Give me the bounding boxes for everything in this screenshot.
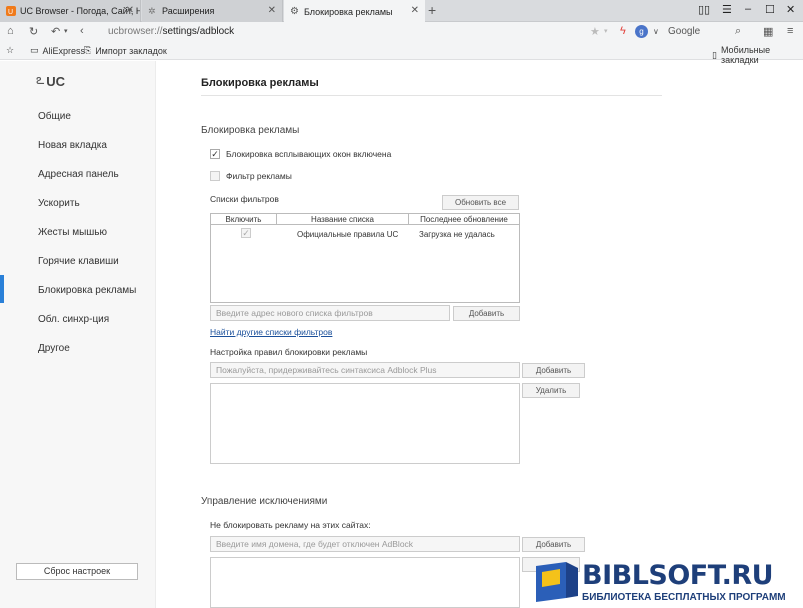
svg-text:U: U <box>8 9 13 16</box>
rules-textarea[interactable] <box>210 383 520 464</box>
bookmark-label: Импорт закладок <box>95 45 167 56</box>
search-field[interactable]: Google <box>668 26 700 37</box>
tab-label: Блокировка рекламы <box>304 6 393 17</box>
rules-add-button[interactable]: Добавить <box>522 363 585 378</box>
speed-icon[interactable]: ϟ <box>620 25 626 37</box>
table-cell-updated: Загрузка не удалась <box>419 230 495 239</box>
undo-icon[interactable]: ↶ <box>51 25 60 38</box>
exceptions-textarea[interactable] <box>210 557 520 608</box>
active-indicator <box>0 275 4 303</box>
column-header: Последнее обновление <box>420 215 508 224</box>
minimize-icon[interactable]: – <box>745 3 751 15</box>
home-icon[interactable]: ⌂ <box>7 25 14 37</box>
watermark: BIBLSOFT.RU БИБЛИОТЕКА БЕСПЛАТНЫХ ПРОГРА… <box>536 560 803 608</box>
address-toolbar: ⌂ ↻ ↶ ▾ ‹ ucbrowser://settings/adblock ★… <box>0 22 803 42</box>
exceptions-input[interactable]: Введите имя домена, где будет отключен A… <box>210 536 520 552</box>
settings-main: Блокировка рекламы Блокировка рекламы ✓ … <box>157 61 803 608</box>
menu-lines-icon[interactable]: ☰ <box>722 3 732 16</box>
exceptions-title: Управление исключениями <box>201 496 328 507</box>
tab-layout-icon[interactable]: ▯▯ <box>698 3 710 16</box>
filter-lists-table: Включить Название списка Последнее обнов… <box>210 213 520 303</box>
engine-dropdown-icon[interactable]: ∨ <box>653 27 659 36</box>
bookmarks-bar: ☆ ▭ AliExpress ⎘ Импорт закладок ▯ Мобил… <box>0 42 803 65</box>
maximize-icon[interactable]: ☐ <box>765 3 775 16</box>
ad-filter-checkbox[interactable] <box>210 171 220 181</box>
row-enable-checkbox[interactable]: ✓ <box>241 228 251 238</box>
column-header: Включить <box>211 214 277 225</box>
rules-delete-button[interactable]: Удалить <box>522 383 580 398</box>
reset-settings-button[interactable]: Сброс настроек <box>16 563 138 580</box>
url-scheme: ucbrowser:// <box>108 26 163 37</box>
sidebar-item-hotkeys[interactable]: Горячие клавиши <box>38 256 119 267</box>
tab-extensions[interactable]: ✲ Расширения ✕ <box>142 0 283 22</box>
star-icon[interactable]: ★ <box>590 25 600 38</box>
sidebar-item-general[interactable]: Общие <box>38 111 71 122</box>
sidebar-item-cloud-sync[interactable]: Обл. синхр-ция <box>38 314 109 325</box>
section-adblock-title: Блокировка рекламы <box>201 125 300 136</box>
rules-label: Настройка правил блокировки рекламы <box>210 347 368 357</box>
bookmark-star-icon[interactable]: ☆ <box>6 45 14 56</box>
update-all-button[interactable]: Обновить все <box>442 195 519 210</box>
new-tab-plus-icon[interactable]: + <box>428 2 436 18</box>
tab-label: UC Browser - Погода, Сайт, Нов <box>20 6 141 16</box>
popup-block-row[interactable]: ✓ Блокировка всплывающих окон включена <box>210 149 391 159</box>
exceptions-add-button[interactable]: Добавить <box>522 537 585 552</box>
ad-filter-label: Фильтр рекламы <box>226 171 292 181</box>
undo-dropdown-icon[interactable]: ▾ <box>64 27 68 35</box>
sidebar-item-mouse-gestures[interactable]: Жесты мышью <box>38 227 107 238</box>
new-filter-list-input[interactable]: Введите адрес нового списка фильтров <box>210 305 450 321</box>
bookmark-page-icon: ▭ <box>30 45 39 55</box>
google-logo-icon[interactable]: g <box>635 25 648 38</box>
sidebar-item-speedup[interactable]: Ускорить <box>38 198 80 209</box>
import-icon: ⎘ <box>84 45 92 55</box>
column-header: Название списка <box>277 214 409 225</box>
phone-icon: ▯ <box>712 49 717 60</box>
gear-icon: ⚙ <box>290 5 299 17</box>
puzzle-icon: ✲ <box>148 6 156 16</box>
table-cell-name: Официальные правила UC <box>297 230 399 239</box>
page-title: Блокировка рекламы <box>201 77 319 89</box>
popup-block-label: Блокировка всплывающих окон включена <box>226 149 392 159</box>
uc-favicon-icon: U <box>6 6 16 16</box>
extensions-icon[interactable]: ▦ <box>763 25 773 38</box>
add-filter-list-button[interactable]: Добавить <box>453 306 520 321</box>
bookmark-import[interactable]: ⎘ Импорт закладок <box>84 45 167 56</box>
sidebar-item-adblock[interactable]: Блокировка рекламы <box>38 285 136 296</box>
sidebar-item-address-bar[interactable]: Адресная панель <box>38 169 119 180</box>
ad-filter-row[interactable]: Фильтр рекламы <box>210 171 292 181</box>
menu-icon[interactable]: ≡ <box>787 25 793 37</box>
watermark-title: BIBLSOFT.RU <box>582 560 774 591</box>
popup-block-checkbox[interactable]: ✓ <box>210 149 220 159</box>
sidebar-item-other[interactable]: Другое <box>38 343 70 354</box>
tab-close-icon[interactable]: ✕ <box>411 5 419 16</box>
exceptions-label: Не блокировать рекламу на этих сайтах: <box>210 520 371 530</box>
tab-uc-browser[interactable]: U UC Browser - Погода, Сайт, Нов ✕ <box>0 0 141 22</box>
watermark-subtitle: БИБЛИОТЕКА БЕСПЛАТНЫХ ПРОГРАММ <box>582 592 786 603</box>
search-icon[interactable]: ⌕ <box>735 25 741 38</box>
find-filter-lists-link[interactable]: Найти другие списки фильтров <box>210 327 332 337</box>
tab-label: Расширения <box>162 6 215 16</box>
url-path: settings/adblock <box>162 26 235 37</box>
logo-text: UC <box>46 73 66 89</box>
divider <box>201 95 662 96</box>
tab-close-icon[interactable]: ✕ <box>126 5 134 16</box>
sidebar-item-new-tab[interactable]: Новая вкладка <box>38 140 107 151</box>
reload-icon[interactable]: ↻ <box>29 25 38 38</box>
rules-input[interactable]: Пожалуйста, придерживайтесь синтаксиса A… <box>210 362 520 378</box>
watermark-logo-icon <box>536 562 578 602</box>
address-field[interactable]: ucbrowser://settings/adblock <box>108 26 234 37</box>
tab-adblock[interactable]: ⚙ Блокировка рекламы ✕ <box>284 0 425 23</box>
table-header: Включить Название списка Последнее обнов… <box>211 214 519 225</box>
bookmark-aliexpress[interactable]: ▭ AliExpress <box>30 45 85 56</box>
uc-logo: ఽ UC <box>36 71 65 91</box>
settings-sidebar: ఽ UC Общие Новая вкладка Адресная панель… <box>0 61 156 608</box>
bookmark-label: AliExpress <box>42 45 86 56</box>
squirrel-icon: ఽ <box>36 71 45 87</box>
filter-lists-label: Списки фильтров <box>210 194 279 204</box>
back-icon[interactable]: ‹ <box>80 25 84 37</box>
star-dropdown-icon[interactable]: ▾ <box>604 27 608 35</box>
tab-strip: U UC Browser - Погода, Сайт, Нов ✕ ✲ Рас… <box>0 0 803 23</box>
window-close-icon[interactable]: ✕ <box>786 3 795 16</box>
tab-close-icon[interactable]: ✕ <box>268 5 276 16</box>
